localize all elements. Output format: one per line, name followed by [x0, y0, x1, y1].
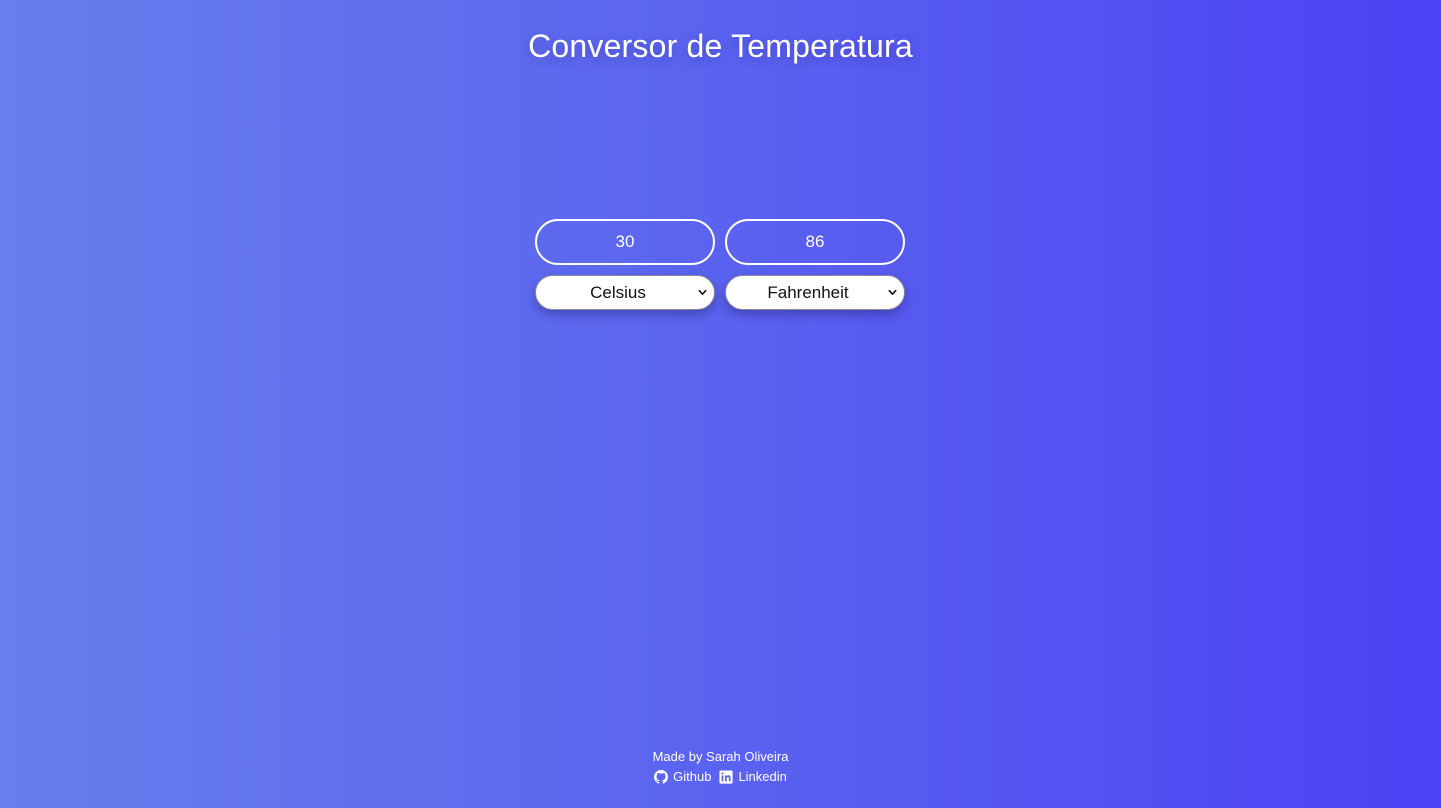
github-link[interactable]: Github [654, 769, 711, 784]
output-temperature-field[interactable] [725, 219, 905, 265]
to-unit-select-wrapper: Fahrenheit [725, 275, 905, 310]
linkedin-link[interactable]: Linkedin [719, 769, 787, 784]
footer-links: Github Linkedin [0, 769, 1441, 784]
linkedin-icon [719, 769, 733, 784]
unit-row: Celsius Fahrenheit [535, 275, 905, 310]
converter-panel: Celsius Fahrenheit [535, 219, 905, 310]
to-unit-select[interactable]: Fahrenheit [726, 276, 904, 309]
from-unit-select[interactable]: Celsius [536, 276, 714, 309]
github-icon [654, 769, 669, 784]
github-link-label: Github [673, 769, 712, 784]
from-unit-select-wrapper: Celsius [535, 275, 715, 310]
value-row [535, 219, 905, 265]
footer: Made by Sarah Oliveira Github Linkedin [0, 748, 1441, 784]
footer-credit: Made by Sarah Oliveira [652, 749, 789, 764]
linkedin-link-label: Linkedin [738, 769, 787, 784]
page-title: Conversor de Temperatura [528, 28, 913, 64]
input-temperature-field[interactable] [535, 219, 715, 265]
